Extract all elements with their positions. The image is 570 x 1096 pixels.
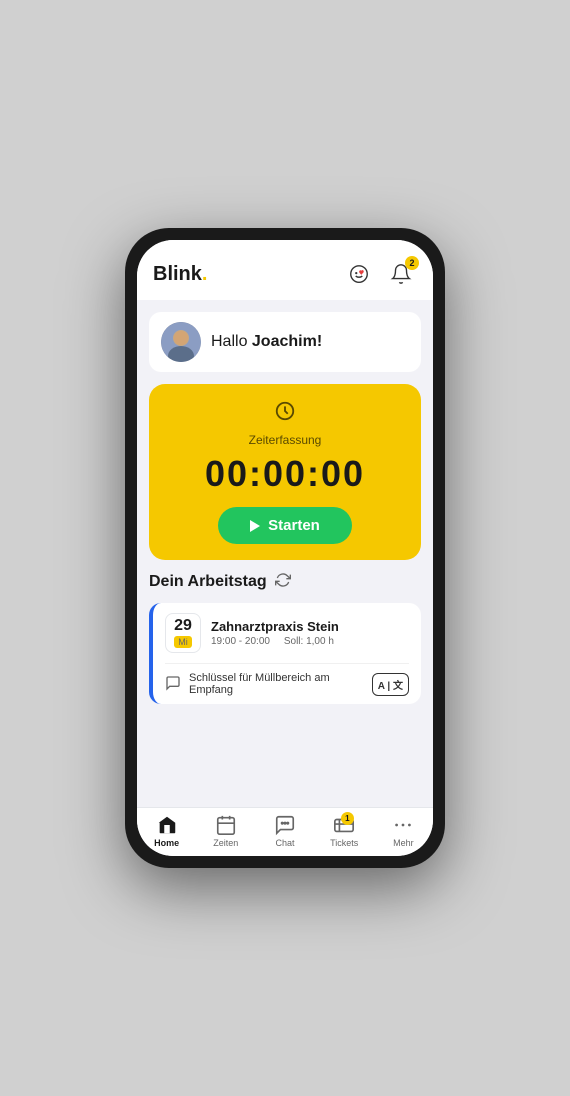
nav-chat[interactable]: Chat [255,814,314,848]
shift-weekday: Mi [174,636,192,648]
shift-details: 19:00 - 20:00 Soll: 1,00 h [211,636,409,647]
clock-icon [274,400,296,427]
play-icon [250,520,260,532]
app-logo: Blink. [153,263,207,286]
greeting-name: Joachim! [252,333,322,350]
refresh-icon[interactable] [275,572,291,591]
bottom-nav: Home Zeiten [137,807,433,856]
nav-home-label: Home [154,838,179,848]
smiley-heart-icon [348,263,370,285]
nav-zeiten-label: Zeiten [213,838,238,848]
shift-card: 29 Mi Zahnarztpraxis Stein 19:00 - 20:00… [149,603,421,704]
home-icon [156,814,178,836]
bell-button[interactable]: 2 [385,258,417,290]
shift-name: Zahnarztpraxis Stein [211,619,409,634]
workday-header: Dein Arbeitstag [149,572,421,591]
app-header: Blink. [137,240,433,300]
timer-label: Zeiterfassung [249,433,322,447]
phone-frame: Blink. [125,228,445,868]
chat-icon [274,814,296,836]
translate-button[interactable]: A | 文 [372,673,409,696]
timer-display: 00:00:00 [205,453,365,495]
nav-mehr[interactable]: Mehr [374,814,433,848]
greeting-card: Hallo Joachim! [149,312,421,372]
nav-mehr-label: Mehr [393,838,414,848]
greeting-text: Hallo Joachim! [211,333,322,351]
start-button[interactable]: Starten [218,507,352,544]
note-row: Schlüssel für Müllbereich am Empfang A |… [153,664,421,704]
nav-tickets-label: Tickets [330,838,358,848]
nav-zeiten[interactable]: Zeiten [196,814,255,848]
screen-content: Blink. [137,240,433,856]
notification-badge: 2 [405,256,419,270]
tickets-badge: 1 [341,812,354,825]
shift-main: 29 Mi Zahnarztpraxis Stein 19:00 - 20:00… [153,603,421,663]
avatar-image [161,322,201,362]
nav-home[interactable]: Home [137,814,196,848]
phone-screen: Blink. [137,240,433,856]
shift-day: 29 [174,618,192,634]
workday-title: Dein Arbeitstag [149,573,267,591]
note-text: Schlüssel für Müllbereich am Empfang [189,672,364,696]
notch [271,228,299,236]
header-actions: 2 [343,258,417,290]
more-icon [392,814,414,836]
shift-info: Zahnarztpraxis Stein 19:00 - 20:00 Soll:… [211,619,409,647]
timer-card: Zeiterfassung 00:00:00 Starten [149,384,421,560]
main-content: Hallo Joachim! Zeiterfassung 00:00:00 [137,300,433,807]
nav-tickets[interactable]: 1 Tickets [315,814,374,848]
calendar-icon [215,814,237,836]
smiley-heart-button[interactable] [343,258,375,290]
nav-chat-label: Chat [276,838,295,848]
date-badge: 29 Mi [165,613,201,653]
avatar [161,322,201,362]
message-icon [165,675,181,694]
